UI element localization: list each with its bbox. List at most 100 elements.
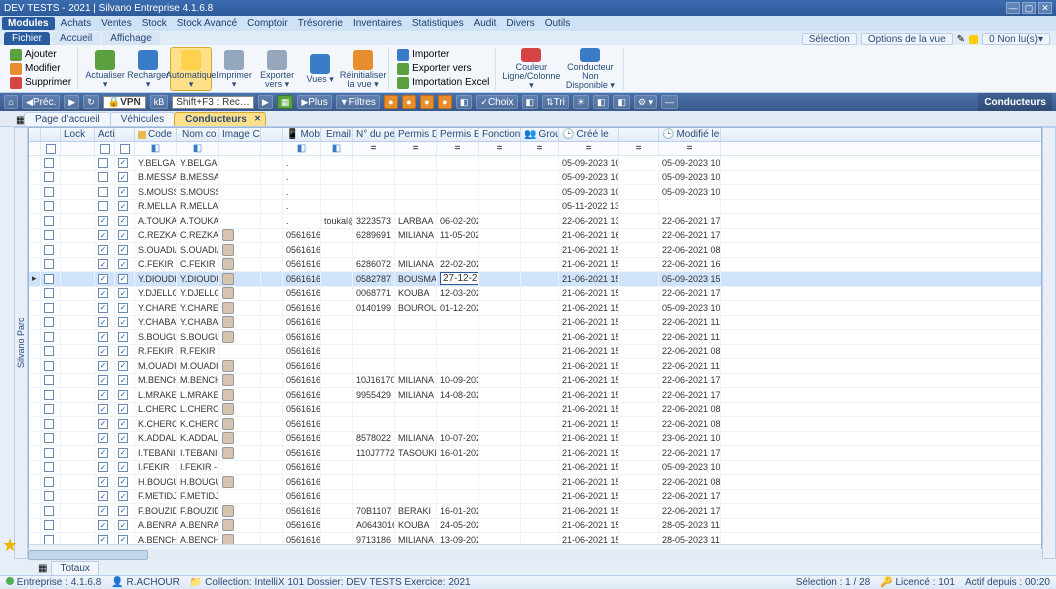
modules-label[interactable]: Modules: [2, 17, 55, 30]
table-row[interactable]: ✓✓L.MRAKECHL.MRAKEC…0561616…9955429MILIA…: [29, 388, 1041, 403]
table-row[interactable]: ✓✓S.BOUGUESS.BOUGUES…0561616…21-06-2021 …: [29, 330, 1041, 345]
col-header[interactable]: Lock: [61, 128, 95, 141]
left-sidepanel[interactable]: Silvano Parc: [14, 127, 28, 559]
table-row[interactable]: ✓S.MOUSSOUDS.MOUSSO….05-09-2023 10:23:37…: [29, 185, 1041, 200]
tab-conducteurs[interactable]: Conducteurs: [174, 112, 266, 126]
tb-o2[interactable]: ●: [402, 95, 416, 109]
ribbon-btn-actualiser[interactable]: Actualiser ▾: [84, 47, 126, 91]
filter-cell[interactable]: =: [659, 142, 721, 155]
table-row[interactable]: ✓✓Y.CHARETY.CHARET -…0561616…0140199BOUR…: [29, 301, 1041, 316]
notify-icon[interactable]: [969, 35, 978, 44]
edit-icon[interactable]: ✎: [957, 34, 965, 45]
ribbon-tab-accueil[interactable]: Accueil: [52, 32, 100, 45]
col-header[interactable]: Code: [135, 128, 177, 141]
col-header[interactable]: Email: [321, 128, 353, 141]
table-row[interactable]: ✓✓A.BENRABAHA.BENRABA…0561616…A06430164K…: [29, 519, 1041, 534]
vpn-badge[interactable]: 🔒 VPN: [103, 96, 146, 109]
col-header[interactable]: 👥Groupe: [521, 128, 559, 141]
maximize-button[interactable]: ▢: [1022, 2, 1036, 14]
ribbon-btn-vues[interactable]: Vues ▾: [299, 47, 341, 91]
table-row[interactable]: ✓R.MELLAKR.MELLAK -….05-11-2022 13:09:55: [29, 200, 1041, 215]
filter-cell[interactable]: =: [479, 142, 521, 155]
tab-totaux[interactable]: Totaux: [51, 561, 98, 576]
table-row[interactable]: ✓✓F.METIDJIF.METIDJI -…0561616…21-06-202…: [29, 490, 1041, 505]
tb-o1[interactable]: ●: [384, 95, 398, 109]
col-header[interactable]: Permis Expir…: [437, 128, 479, 141]
table-row[interactable]: ✓✓K.CHERCHALIK.CHERCHA…0561616…21-06-202…: [29, 417, 1041, 432]
options-vue-pill[interactable]: Options de la vue: [861, 33, 953, 45]
col-header[interactable]: [619, 128, 659, 141]
tb-b2[interactable]: ◧: [522, 95, 539, 109]
nonlus-pill[interactable]: 0 Non lu(s) ▾: [982, 33, 1050, 45]
right-sidepanel[interactable]: [1042, 127, 1056, 559]
ribbon-importer[interactable]: Importer: [395, 48, 491, 61]
menu-outils[interactable]: Outils: [540, 17, 576, 30]
tb-o3[interactable]: ●: [420, 95, 434, 109]
close-button[interactable]: ✕: [1038, 2, 1052, 14]
table-row[interactable]: ✓Y.BELGAIDY.BELGAID.05-09-2023 10:40:350…: [29, 156, 1041, 171]
menu-stock avancé[interactable]: Stock Avancé: [172, 17, 242, 30]
table-row[interactable]: ✓✓L.CHERCHALIL.CHERCHA…0561616…21-06-202…: [29, 403, 1041, 418]
filter-cell[interactable]: =: [559, 142, 619, 155]
choix-button[interactable]: ✓ Choix: [476, 95, 517, 109]
col-header[interactable]: Image Cond.: [219, 128, 261, 141]
col-header[interactable]: 🕒Créé le: [559, 128, 619, 141]
col-header[interactable]: Actif: [95, 128, 115, 141]
col-header[interactable]: 🕒Modifié le: [659, 128, 721, 141]
col-header[interactable]: [29, 128, 41, 141]
filter-cell[interactable]: [95, 142, 115, 155]
ribbon-supprimer[interactable]: Supprimer: [8, 76, 73, 89]
ribbon-ajouter[interactable]: Ajouter: [8, 48, 73, 61]
filter-cell[interactable]: [61, 142, 95, 155]
tb-dash[interactable]: —: [661, 95, 678, 109]
tb-o4[interactable]: ●: [438, 95, 452, 109]
filter-cell[interactable]: ◧: [135, 142, 177, 155]
ribbon-btn-automatique[interactable]: Automatique ▾: [170, 47, 212, 91]
filter-cell[interactable]: =: [353, 142, 395, 155]
filtres-button[interactable]: ▼ Filtres: [336, 95, 380, 109]
menu-achats[interactable]: Achats: [56, 17, 97, 30]
table-row[interactable]: ✓✓A.TOUKALA.TOUKAL -….toukal@inte…322357…: [29, 214, 1041, 229]
tri-button[interactable]: ⇅ Tri: [542, 95, 569, 109]
col-header[interactable]: 📱Mobile: [283, 128, 321, 141]
table-row[interactable]: ✓✓I.FEKIRI.FEKIR - F…0561616…21-06-2021 …: [29, 461, 1041, 476]
grid-body[interactable]: ✓Y.BELGAIDY.BELGAID.05-09-2023 10:40:350…: [29, 156, 1041, 544]
ribbon-btn-couleur-ligne-colonne[interactable]: Couleur Ligne/Colonne ▾: [502, 47, 560, 91]
filter-cell[interactable]: =: [395, 142, 437, 155]
plus-button[interactable]: ▶ Plus: [297, 95, 331, 109]
selection-pill[interactable]: Sélection: [802, 33, 857, 45]
col-header[interactable]: [115, 128, 135, 141]
ribbon-btn-recharger[interactable]: Recharger ▾: [127, 47, 169, 91]
menu-audit[interactable]: Audit: [469, 17, 502, 30]
search-go-icon[interactable]: ▶: [258, 95, 273, 109]
minimize-button[interactable]: —: [1006, 2, 1020, 14]
ribbon-btn-imprimer[interactable]: Imprimer ▾: [213, 47, 255, 91]
filter-cell[interactable]: =: [437, 142, 479, 155]
filter-cell[interactable]: [115, 142, 135, 155]
col-header[interactable]: [261, 128, 283, 141]
ribbon-tab-fichier[interactable]: Fichier: [4, 32, 50, 45]
col-header[interactable]: [41, 128, 61, 141]
menu-divers[interactable]: Divers: [501, 17, 539, 30]
ribbon-btn-exporter-vers[interactable]: Exporter vers ▾: [256, 47, 298, 91]
ribbon-importation-excel[interactable]: Importation Excel: [395, 76, 491, 89]
ribbon-btn-réinitialiser-la-vue[interactable]: Réinitialiser la vue ▾: [342, 47, 384, 91]
filter-cell[interactable]: =: [521, 142, 559, 155]
tb-b1[interactable]: ◧: [456, 95, 473, 109]
tab-vehicules[interactable]: Véhicules: [110, 112, 175, 126]
ribbon-exporter-vers[interactable]: Exporter vers: [395, 62, 491, 75]
menu-trésorerie[interactable]: Trésorerie: [293, 17, 348, 30]
table-row[interactable]: ✓✓M.BENCHA…M.BENCHA…0561616…10J16170MILI…: [29, 374, 1041, 389]
table-row[interactable]: ▸✓✓Y.DIOUDIY.DIOUDI -…0561616…0582787BOU…: [29, 272, 1041, 287]
filter-cell[interactable]: [261, 142, 283, 155]
filter-cell[interactable]: =: [619, 142, 659, 155]
filter-cell[interactable]: [29, 142, 41, 155]
tab-accueil[interactable]: Page d'accueil: [24, 112, 111, 126]
table-row[interactable]: ✓✓A.BENCHAR…A.BENCHAR…0561616…9713186MIL…: [29, 533, 1041, 544]
prev-button[interactable]: ◀ Préc.: [22, 95, 60, 109]
gear-icon[interactable]: ⚙ ▾: [634, 95, 657, 109]
tb-b4[interactable]: ◧: [613, 95, 630, 109]
menu-stock[interactable]: Stock: [137, 17, 172, 30]
fwd-button[interactable]: ▶: [64, 95, 79, 109]
tb-sun[interactable]: ☀: [573, 95, 589, 109]
